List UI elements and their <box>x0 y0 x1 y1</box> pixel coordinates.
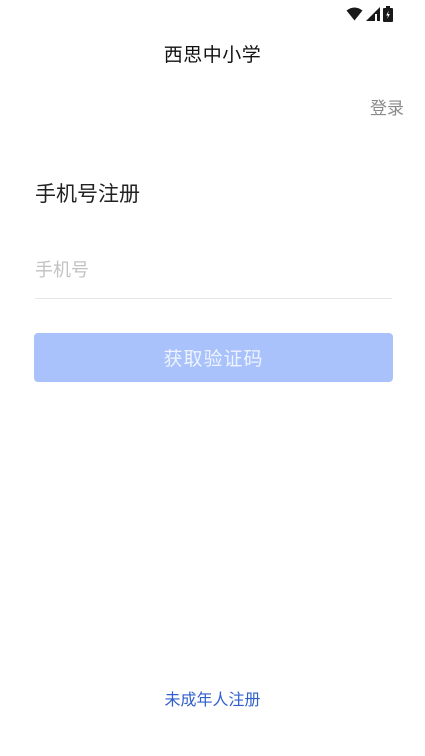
login-link[interactable]: 登录 <box>370 94 404 119</box>
phone-input[interactable] <box>35 246 392 294</box>
minor-register-link[interactable]: 未成年人注册 <box>0 686 425 710</box>
phone-field[interactable] <box>35 246 392 299</box>
wifi-icon <box>346 7 363 21</box>
battery-icon <box>383 6 393 22</box>
app-title: 西思中小学 <box>163 44 262 66</box>
status-icons <box>346 4 393 24</box>
get-code-button[interactable]: 获取验证码 <box>34 333 393 382</box>
registration-screen: 西思中小学 登录 手机号注册 获取验证码 未成年人注册 <box>0 0 425 756</box>
status-bar <box>0 0 425 28</box>
signal-icon <box>366 7 380 21</box>
page-title: 手机号注册 <box>35 182 140 206</box>
